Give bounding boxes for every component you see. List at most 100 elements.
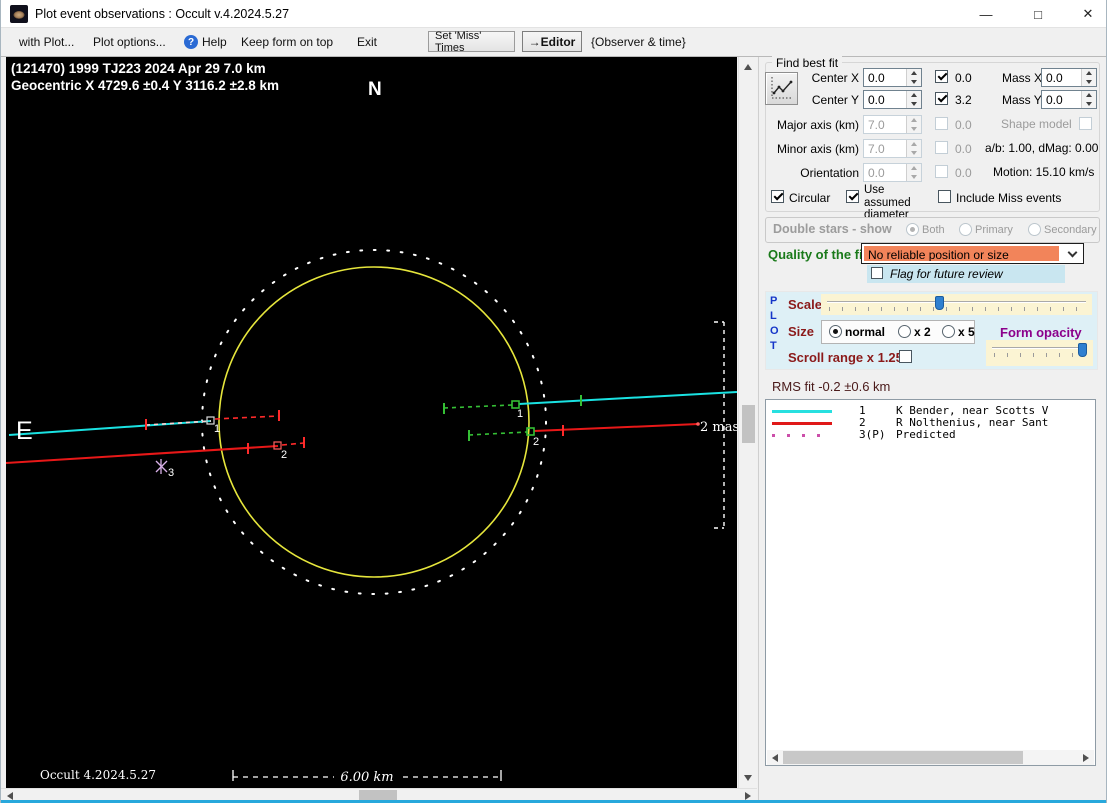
- help-icon: ?: [184, 35, 198, 49]
- form-opacity-label: Form opacity: [1000, 325, 1082, 340]
- scroll-up-icon[interactable]: [744, 64, 752, 70]
- app-window: Plot event observations : Occult v.4.202…: [0, 0, 1107, 803]
- legend-row-2[interactable]: 2 R Nolthenius, near Sant: [766, 417, 1095, 429]
- legend-row-1[interactable]: 1 K Bender, near Scotts V: [766, 405, 1095, 417]
- legend-num: 2: [859, 417, 866, 429]
- flag-review-checkbox[interactable]: [871, 267, 883, 279]
- plot-vscrollbar[interactable]: [738, 57, 757, 788]
- size-normal-label: normal: [845, 325, 886, 339]
- legend-num: 3(P): [859, 429, 886, 441]
- center-x-fit-checkbox[interactable]: [935, 70, 948, 83]
- maximize-button[interactable]: □: [1015, 0, 1061, 28]
- chord-1-swatch: [772, 409, 832, 413]
- plot-vscrollbar-thumb[interactable]: [742, 405, 755, 443]
- double-stars-both-label: Both: [922, 224, 945, 236]
- include-miss-events-checkbox[interactable]: [938, 190, 951, 203]
- legend-num: 1: [859, 405, 866, 417]
- size-x5-label: x 5: [958, 325, 975, 339]
- center-x-label: Center X: [811, 71, 859, 85]
- set-miss-times-button[interactable]: Set 'Miss' Times: [428, 30, 515, 54]
- scale-slider-thumb[interactable]: [935, 296, 944, 310]
- north-label: N: [368, 79, 382, 100]
- plot-letter-t: T: [770, 340, 777, 352]
- uncertainty-circle-dotted: [201, 249, 547, 595]
- chord-2-label-left: 2: [281, 449, 287, 461]
- shape-model-label: Shape model: [1001, 117, 1072, 131]
- size-x2-label: x 2: [914, 325, 931, 339]
- legend-name: Predicted: [896, 429, 956, 441]
- legend-hscrollbar-thumb[interactable]: [783, 751, 1023, 764]
- scale-slider[interactable]: [821, 294, 1092, 315]
- menu-help[interactable]: Help: [202, 35, 227, 49]
- menu-plot-options[interactable]: Plot options...: [93, 35, 166, 49]
- chord-1-lines: [8, 391, 738, 436]
- rms-fit-label: RMS fit -0.2 ±0.6 km: [772, 379, 891, 394]
- scroll-range-checkbox[interactable]: [899, 350, 912, 363]
- orientation-fit-checkbox: [935, 165, 948, 178]
- plot-title-line1: (121470) 1999 TJ223 2024 Apr 29 7.0 km: [11, 61, 266, 76]
- occultation-plot[interactable]: (121470) 1999 TJ223 2024 Apr 29 7.0 km G…: [5, 57, 739, 788]
- menu-exit[interactable]: Exit: [357, 35, 377, 49]
- chord-1-disappearance-uncertainty: [145, 410, 280, 430]
- motion-label: Motion: 15.10 km/s: [993, 165, 1095, 179]
- editor-button[interactable]: →Editor: [522, 31, 582, 52]
- mass-x-spinner[interactable]: 0.0: [1041, 68, 1097, 87]
- circular-checkbox[interactable]: [771, 190, 784, 203]
- chord-2-swatch: [772, 421, 832, 425]
- east-label: E: [16, 417, 33, 445]
- find-best-fit-caption: Find best fit: [772, 56, 843, 70]
- size-normal-radio[interactable]: [829, 325, 842, 338]
- minor-axis-spinner: 7.0: [863, 139, 922, 158]
- center-y-spinner[interactable]: 0.0: [863, 90, 922, 109]
- minor-axis-fit-value: 0.0: [955, 142, 972, 156]
- plot-letter-l: L: [770, 310, 777, 322]
- plot-version-label: Occult 4.2024.5.27: [40, 768, 156, 782]
- menu-keep-on-top[interactable]: Keep form on top: [241, 35, 333, 49]
- double-stars-both-radio: [906, 223, 919, 236]
- double-stars-primary-radio: [959, 223, 972, 236]
- mass-y-label: Mass Y: [1002, 93, 1042, 107]
- size-x5-radio[interactable]: [942, 325, 955, 338]
- center-y-label: Center Y: [811, 93, 859, 107]
- scroll-down-icon[interactable]: [744, 775, 752, 781]
- form-opacity-slider[interactable]: [986, 340, 1093, 366]
- shape-model-checkbox: [1079, 117, 1092, 130]
- size-label: Size: [788, 324, 815, 339]
- plot-canvas: (121470) 1999 TJ223 2024 Apr 29 7.0 km G…: [5, 61, 739, 785]
- center-y-fit-checkbox[interactable]: [935, 92, 948, 105]
- double-stars-primary-label: Primary: [975, 224, 1013, 236]
- mass-y-spinner[interactable]: 0.0: [1041, 90, 1097, 109]
- minimize-button[interactable]: —: [963, 0, 1009, 28]
- major-axis-fit-checkbox: [935, 117, 948, 130]
- minor-axis-fit-checkbox: [935, 141, 948, 154]
- maximize-icon: □: [1034, 6, 1042, 22]
- panel-divider: [758, 57, 759, 803]
- scroll-left-icon[interactable]: [7, 792, 13, 800]
- predicted-point-marker: [155, 459, 168, 474]
- asteroid-icon: [10, 5, 28, 23]
- legend-scroll-left-icon[interactable]: [772, 754, 778, 762]
- mass-x-label: Mass X: [1002, 71, 1043, 85]
- form-opacity-slider-track: [992, 347, 1087, 349]
- size-x2-radio[interactable]: [898, 325, 911, 338]
- scale-slider-track: [827, 301, 1086, 303]
- plot-letter-p: P: [770, 295, 778, 307]
- form-opacity-slider-thumb[interactable]: [1078, 343, 1087, 357]
- use-assumed-diameter-checkbox[interactable]: [846, 190, 859, 203]
- legend-scroll-right-icon[interactable]: [1083, 754, 1089, 762]
- quality-of-fit-combobox[interactable]: No reliable position or size: [861, 243, 1084, 264]
- center-x-spinner[interactable]: 0.0: [863, 68, 922, 87]
- observer-time-label: {Observer & time}: [591, 35, 686, 49]
- major-axis-label: Major axis (km): [776, 118, 859, 132]
- orientation-fit-value: 0.0: [955, 166, 972, 180]
- close-button[interactable]: ✕: [1065, 0, 1106, 28]
- legend-row-3[interactable]: 3(P) Predicted: [766, 429, 1095, 441]
- legend-name: R Nolthenius, near Sant: [896, 417, 1049, 429]
- legend-hscrollbar[interactable]: [767, 750, 1094, 765]
- chord-1-label-right: 1: [517, 408, 523, 420]
- orientation-spinner: 0.0: [863, 163, 922, 182]
- scroll-right-icon[interactable]: [745, 792, 751, 800]
- center-y-fit-value: 3.2: [955, 93, 972, 107]
- circular-label: Circular: [789, 191, 831, 205]
- menu-with-plot[interactable]: with Plot...: [19, 35, 74, 49]
